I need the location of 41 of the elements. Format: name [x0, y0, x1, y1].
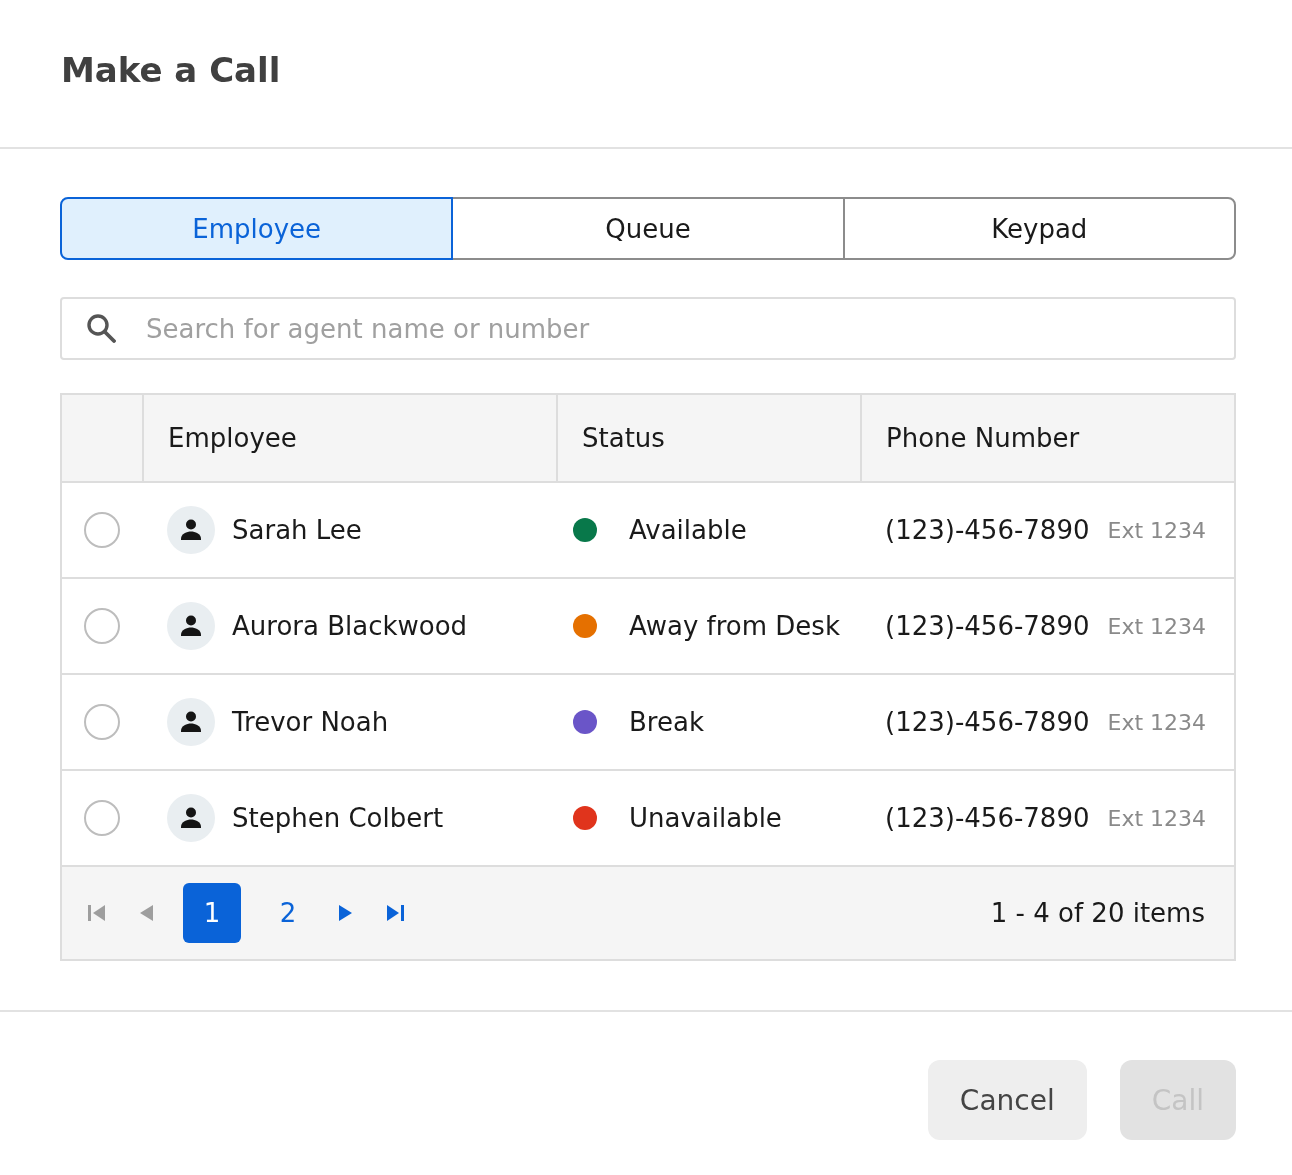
status-label: Available: [629, 515, 747, 545]
status-label: Away from Desk: [629, 611, 840, 641]
person-avatar-icon: [167, 506, 215, 554]
item-count: 1 - 4 of 20 items: [990, 898, 1205, 928]
tab[interactable]: Queue: [451, 197, 845, 260]
dialog-title: Make a Call: [61, 49, 281, 92]
radio-button[interactable]: [84, 704, 120, 740]
page-number-button[interactable]: 1: [183, 883, 241, 943]
phone-number: (123)-456-7890: [885, 803, 1090, 833]
person-avatar-icon: [167, 794, 215, 842]
status-label: Break: [629, 707, 704, 737]
tab[interactable]: Keypad: [842, 197, 1236, 260]
radio-button[interactable]: [84, 512, 120, 548]
column-header: Status: [582, 423, 665, 453]
phone-extension: Ext 1234: [1107, 709, 1206, 735]
triangle-right-icon: [339, 905, 352, 921]
phone-extension: Ext 1234: [1107, 517, 1206, 543]
skip-to-start-icon: [88, 905, 106, 921]
page-number-button[interactable]: 2: [259, 883, 317, 943]
column-header: Employee: [168, 423, 297, 453]
person-avatar-icon: [167, 602, 215, 650]
cancel-button[interactable]: Cancel: [927, 1060, 1087, 1140]
tab[interactable]: Employee: [60, 197, 454, 260]
employee-name: Sarah Lee: [232, 515, 362, 545]
person-avatar-icon: [167, 698, 215, 746]
search-icon: [86, 313, 116, 343]
skip-to-end-icon: [386, 905, 404, 921]
employee-name: Stephen Colbert: [232, 803, 444, 833]
phone-extension: Ext 1234: [1107, 805, 1206, 831]
phone-number: (123)-456-7890: [885, 611, 1090, 641]
phone-number: (123)-456-7890: [885, 515, 1090, 545]
employee-name: Aurora Blackwood: [232, 611, 468, 641]
phone-number: (123)-456-7890: [885, 707, 1090, 737]
triangle-left-icon: [140, 905, 153, 921]
employee-name: Trevor Noah: [232, 707, 389, 737]
radio-button[interactable]: [84, 800, 120, 836]
phone-extension: Ext 1234: [1107, 613, 1206, 639]
status-label: Unavailable: [629, 803, 782, 833]
column-header: Phone Number: [886, 423, 1080, 453]
search-field[interactable]: Search for agent name or number: [60, 297, 1236, 360]
radio-button[interactable]: [84, 608, 120, 644]
